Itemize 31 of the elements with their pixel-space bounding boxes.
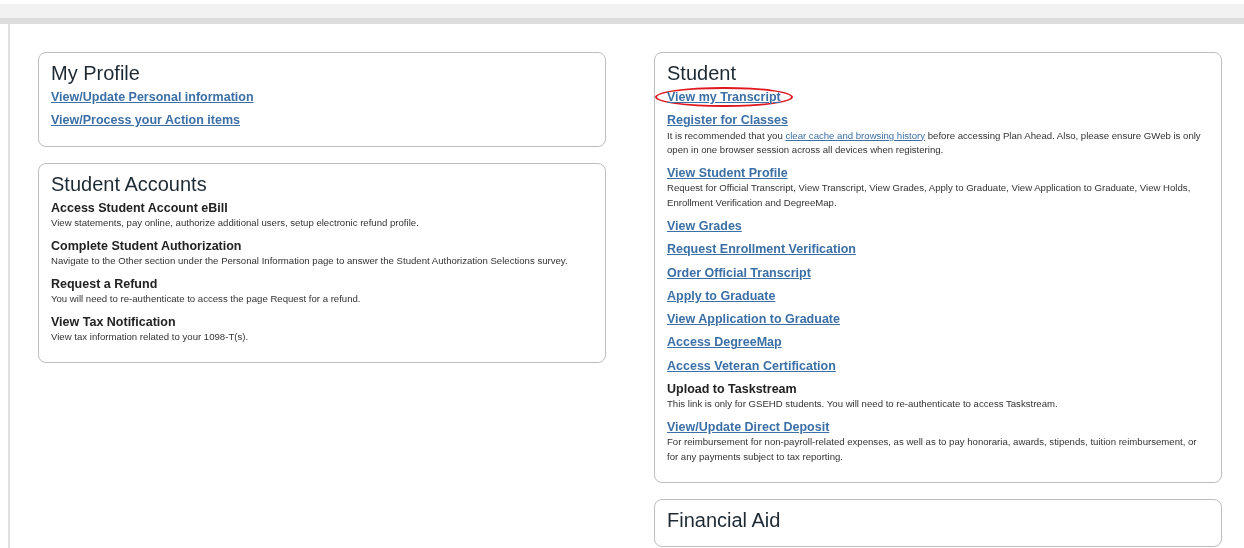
item-heading: Upload to Taskstream (667, 380, 798, 398)
item-heading: Request a Refund (51, 275, 159, 292)
item-heading: View Tax Notification (51, 313, 177, 331)
item-description: You will need to re-authenticate to access the page Request for a refund. (51, 291, 362, 306)
link[interactable]: Access Veteran Certification (655, 355, 848, 376)
item-heading: Access Student Account eBill (51, 199, 229, 216)
item-description: Request for Official Transcript, View Transcript, View Grades, Apply to Graduate, View Application to Graduate, View Holds, Enrollment Verification and DegreeMap. (667, 181, 1192, 211)
link[interactable]: View Student Profile (655, 163, 800, 184)
link[interactable]: Order Official Transcript (655, 262, 823, 283)
link[interactable]: View/Process your Action items (39, 110, 252, 131)
card-title: Financial Aid (667, 508, 782, 532)
card-title: Student (667, 61, 737, 85)
item-description: It is recommended that you clear cache and browsing history before accessing Plan Ahead. Also, please ensure GWeb is only open in one browser session across all devices when registering. (667, 128, 1202, 158)
item-heading: Complete Student Authorization (51, 237, 243, 254)
link[interactable]: View Grades (655, 216, 754, 237)
inline-link[interactable]: clear cache and browsing history (785, 129, 926, 141)
link[interactable]: View Application to Graduate (655, 309, 852, 330)
item-description: For reimbursement for non-payroll-related expenses, as well as to pay honoraria, awards, stipends, tuition reimbursement, or for any payments subject to tax reporting. (667, 435, 1198, 465)
item-description: View tax information related to your 1098-T(s). (51, 330, 250, 345)
link[interactable]: Request Enrollment Verification (655, 239, 868, 260)
link[interactable]: View/Update Personal information (39, 87, 266, 108)
card-title: My Profile (51, 61, 141, 85)
link[interactable]: Access DegreeMap (655, 332, 794, 353)
item-description: This link is only for GSEHD students. You will need to re-authenticate to access Taskstream. (667, 397, 1059, 412)
card-title: Student Accounts (51, 171, 208, 196)
link[interactable]: View/Update Direct Deposit (655, 417, 842, 438)
link[interactable]: Register for Classes (655, 110, 800, 131)
link[interactable]: Apply to Graduate (655, 285, 788, 307)
item-description: Navigate to the Other section under the Personal Information page to answer the Student Authorization Selections survey. (51, 253, 569, 268)
item-description: View statements, pay online, authorize additional users, setup electronic refund profile. (51, 215, 420, 230)
link[interactable]: View my Transcript (655, 87, 793, 108)
